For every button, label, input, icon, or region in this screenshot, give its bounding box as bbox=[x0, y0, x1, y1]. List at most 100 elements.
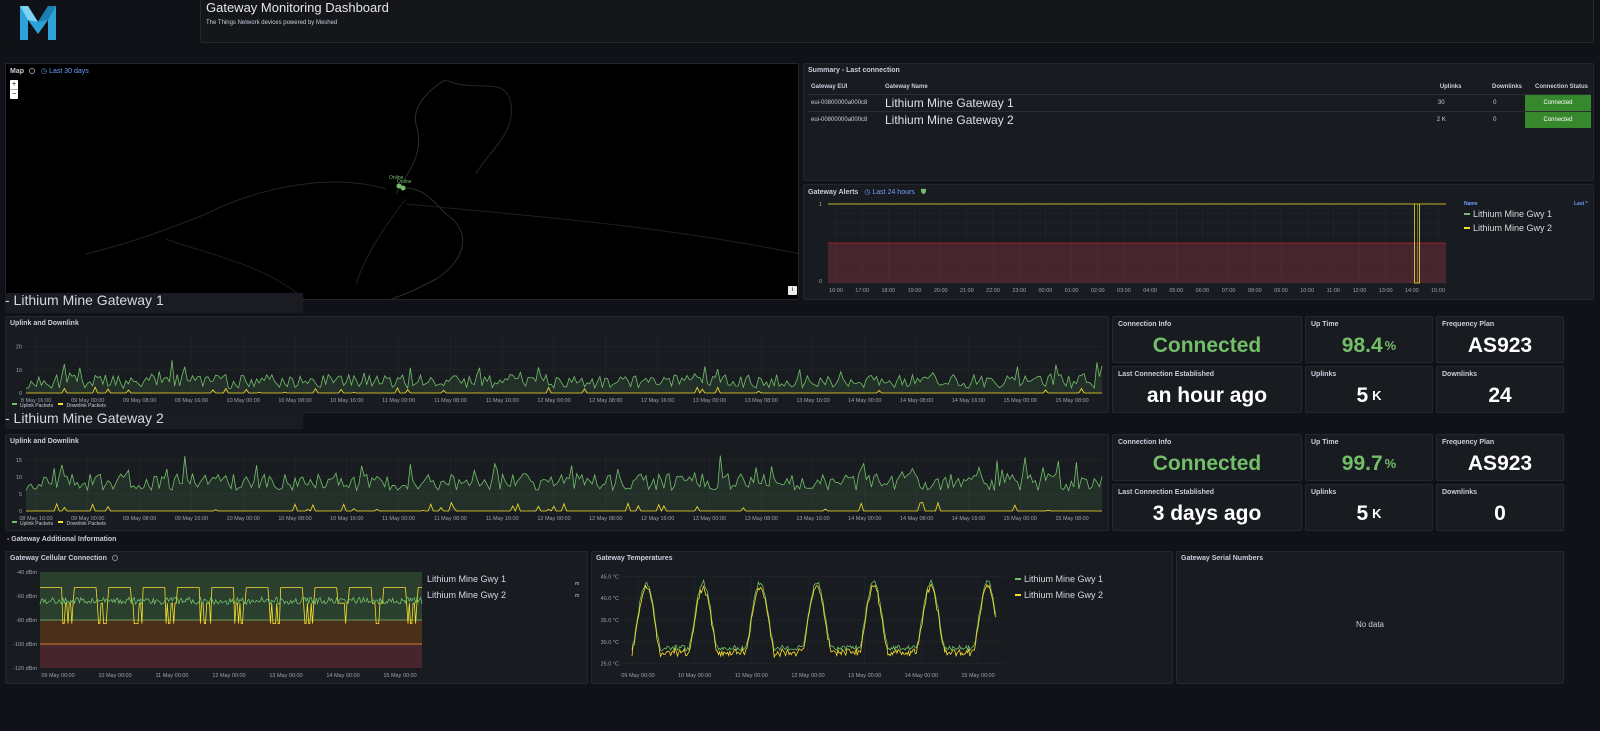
x-tick-label: 11 May 00:00 bbox=[156, 673, 189, 679]
cellular-chart[interactable]: -40 dBm -60 dBm -80 dBm -100 dBm -120 dBm 09 … bbox=[6, 564, 426, 684]
x-tick-label: 13 May 00:00 bbox=[848, 673, 881, 679]
legend-uplink[interactable]: Uplink Packets bbox=[20, 521, 53, 527]
stat-title: Frequency Plan bbox=[1442, 321, 1495, 328]
status-badge: Connected bbox=[1525, 111, 1591, 128]
x-tick-label: 14 May 00:00 bbox=[848, 516, 881, 522]
col-connection-status[interactable]: Connection Status bbox=[1525, 80, 1591, 95]
legend-label: Lithium Mine Gwy 1 bbox=[1024, 574, 1104, 584]
legend-swatch bbox=[1464, 213, 1470, 215]
gw2-uplink-chart[interactable]: 15105008 May 16:00 09 May 00:00 09 May 08:… bbox=[6, 447, 1106, 529]
x-tick-label: 18:00 bbox=[881, 288, 895, 294]
map-attribution-button[interactable]: i bbox=[788, 286, 797, 295]
x-tick-label: 03:00 bbox=[1117, 288, 1131, 294]
cell-gateway-name: Lithium Mine Gateway 1 bbox=[882, 94, 1418, 112]
stat-value: 98.4% bbox=[1306, 329, 1432, 362]
x-tick-label: 09 May 00:00 bbox=[41, 673, 74, 679]
page-subtitle: The Things Network devices powered by Me… bbox=[206, 20, 338, 26]
table-row[interactable]: eui-00800000a000c8 Lithium Mine Gateway … bbox=[808, 94, 1591, 112]
temp-legend-gwy2[interactable]: Lithium Mine Gwy 2 bbox=[1015, 590, 1103, 600]
cellular-legend-gwy2[interactable]: Lithium Mine Gwy 2 bbox=[427, 590, 506, 600]
stat-number: 5 bbox=[1356, 383, 1369, 407]
section-header-additional[interactable]: - Gateway Additional Information bbox=[7, 536, 116, 543]
y-tick-label: -80 dBm bbox=[16, 618, 37, 624]
temp-legend-gwy1[interactable]: Lithium Mine Gwy 1 bbox=[1015, 574, 1103, 584]
col-gateway-name[interactable]: Gateway Name bbox=[882, 80, 1418, 95]
y-tick-label: 10 bbox=[16, 475, 22, 481]
cell-downlinks: 0 bbox=[1464, 111, 1525, 128]
uplink-area bbox=[26, 360, 1102, 393]
x-tick-label: 21:00 bbox=[960, 288, 974, 294]
x-tick-label: 14 May 08:00 bbox=[900, 516, 933, 522]
cell-uplinks: 30 bbox=[1418, 94, 1465, 112]
legend-downlink[interactable]: Downlink Packets bbox=[66, 403, 105, 409]
x-tick-label: 10:00 bbox=[1300, 288, 1314, 294]
gw1-uplink-chart[interactable]: 201008 May 16:00 09 May 00:00 09 May 08:00… bbox=[6, 329, 1106, 411]
gw1-frequency-plan: Frequency Plan AS923 bbox=[1436, 316, 1564, 363]
x-tick-label: 12 May 16:00 bbox=[641, 516, 674, 522]
map-marker-2[interactable] bbox=[400, 185, 406, 191]
summary-panel: Summary - Last connection Gateway EUI Ga… bbox=[803, 63, 1594, 181]
alerts-legend-header-last[interactable]: Last * bbox=[1574, 201, 1588, 207]
x-tick-label: 12 May 16:00 bbox=[641, 398, 674, 404]
meshed-logo bbox=[20, 6, 56, 40]
stat-value: 5K bbox=[1306, 379, 1432, 412]
x-tick-label: 10 May 08:00 bbox=[278, 398, 311, 404]
section-header-gw2[interactable]: - Lithium Mine Gateway 2 bbox=[5, 411, 303, 429]
col-downlinks[interactable]: Downlinks bbox=[1464, 80, 1525, 95]
y-tick-label: -120 dBm bbox=[13, 666, 37, 672]
temperature-chart[interactable]: 45.0 °C 40.0 °C 35.0 °C 30.0 °C 25.0 °C09 Ma… bbox=[592, 564, 1012, 684]
x-tick-label: 02:00 bbox=[1091, 288, 1105, 294]
section-header-gw1[interactable]: - Lithium Mine Gateway 1 bbox=[5, 293, 303, 313]
stat-title: Uplinks bbox=[1311, 489, 1337, 496]
x-tick-label: 11:00 bbox=[1327, 288, 1340, 294]
marker-label-2: Online bbox=[397, 179, 412, 185]
x-tick-label: 12 May 08:00 bbox=[589, 398, 622, 404]
x-tick-label: 14 May 00:00 bbox=[905, 673, 938, 679]
x-tick-label: 14 May 16:00 bbox=[952, 398, 985, 404]
shield-icon: ⛊ bbox=[920, 189, 927, 196]
x-tick-label: 13 May 00:00 bbox=[269, 673, 302, 679]
gw1-uplink-panel: Uplink and Downlink 20 10 0 8 May 16:00 09 M… bbox=[5, 316, 1109, 413]
legend-uplink[interactable]: Uplink Packets bbox=[20, 403, 53, 409]
map-panel[interactable]: Map ◷ Last 30 days + − Online Online i bbox=[5, 63, 799, 300]
x-tick-label: 12 May 08:00 bbox=[589, 516, 622, 522]
stat-title: Uplinks bbox=[1311, 371, 1337, 378]
stat-value: 99.7% bbox=[1306, 447, 1432, 480]
y-tick-label: 45.0 °C bbox=[601, 574, 619, 580]
info-icon[interactable] bbox=[111, 555, 118, 561]
gw1-conn-info: Connection Info Connected bbox=[1112, 316, 1302, 363]
col-gateway-eui[interactable]: Gateway EUI bbox=[808, 80, 882, 95]
legend-downlink[interactable]: Downlink Packets bbox=[66, 521, 105, 527]
y-tick-label: 1 bbox=[819, 202, 822, 208]
alerts-chart[interactable]: 16:00 17:00 18:00 19:00 20:00 21:00 22:00 23:00… bbox=[806, 199, 1466, 299]
x-tick-label: 15 May 08:00 bbox=[1055, 516, 1088, 522]
map-time-range[interactable]: ◷ Last 30 days bbox=[41, 68, 89, 75]
info-icon[interactable] bbox=[29, 68, 35, 74]
x-tick-label: 11 May 08:00 bbox=[434, 516, 467, 522]
page-title: Gateway Monitoring Dashboard bbox=[206, 0, 389, 15]
cellular-legend-gwy1[interactable]: Lithium Mine Gwy 1 bbox=[427, 574, 506, 584]
cellular-panel: Gateway Cellular Connection -40 dBm -60 d… bbox=[5, 551, 588, 684]
gw2-downlinks: Downlinks 0 bbox=[1436, 484, 1564, 531]
logo-panel bbox=[5, 0, 197, 43]
cell-eui: eui-00800000a000c8 bbox=[808, 111, 882, 128]
alerts-legend-gwy1[interactable]: Lithium Mine Gwy 1 bbox=[1464, 209, 1552, 219]
y-tick-label: 30.0 °C bbox=[601, 640, 619, 646]
stat-value: an hour ago bbox=[1146, 383, 1268, 407]
alerts-legend-gwy2[interactable]: Lithium Mine Gwy 2 bbox=[1464, 223, 1552, 233]
x-tick-label: 09 May 16:00 bbox=[175, 398, 208, 404]
stat-unit: % bbox=[1384, 456, 1397, 471]
table-row[interactable]: eui-00800000a000c8 Lithium Mine Gateway … bbox=[808, 111, 1591, 128]
col-uplinks[interactable]: Uplinks bbox=[1418, 80, 1464, 95]
stat-unit: % bbox=[1384, 338, 1397, 353]
legend-swatch bbox=[12, 521, 17, 523]
x-tick-label: 13 May 16:00 bbox=[796, 516, 829, 522]
x-tick-label: 14 May 08:00 bbox=[900, 398, 933, 404]
stat-title: Last Connection Established bbox=[1118, 489, 1215, 496]
x-tick-label: 16:00 bbox=[829, 288, 843, 294]
alerts-legend-header-name[interactable]: Name bbox=[1464, 201, 1478, 207]
x-tick-label: 09:00 bbox=[1274, 288, 1288, 294]
stat-value: 3 days ago bbox=[1152, 501, 1262, 525]
legend-value: m bbox=[575, 593, 580, 599]
alerts-time-range[interactable]: ◷ Last 24 hours bbox=[864, 189, 914, 196]
